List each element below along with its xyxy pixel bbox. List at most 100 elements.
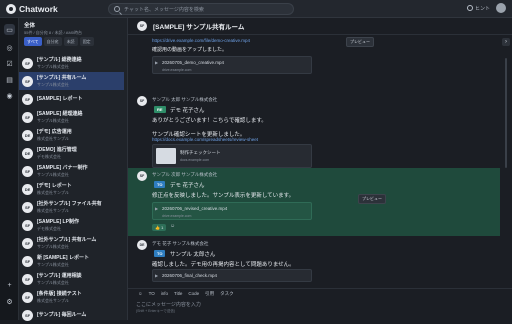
code-button[interactable]: Code	[188, 291, 199, 296]
sidebar-room-item[interactable]: SF [社外サンプル] ファイル共有 株式会社サンプル	[19, 198, 124, 216]
panel-toggle-icon[interactable]: ›	[502, 38, 510, 46]
room-icon: SF	[22, 57, 33, 69]
play-icon: ▶	[155, 60, 159, 65]
message-input[interactable]: ここにメッセージ内容を入力 (Shift + Enterキーで送信)	[136, 301, 506, 317]
contacts-icon[interactable]: ◉	[4, 90, 15, 101]
link-thumbnail	[156, 148, 176, 164]
sender-avatar[interactable]: SF	[137, 96, 147, 106]
room-icon: SF	[22, 201, 33, 213]
room-name: 新 [SAMPLE] レポート	[37, 255, 89, 261]
to-tag[interactable]: TO	[154, 181, 166, 188]
message-link[interactable]: https://drive.example.com/file/demo-crea…	[152, 38, 250, 43]
room-text: [SAMPLE] LP制作 デモ株式会社	[37, 218, 79, 232]
room-text: [デモ] レポート 株式会社サンプル	[37, 182, 72, 196]
room-name: [サンプル] 共有ルーム	[37, 75, 87, 81]
title-button[interactable]: Title	[174, 291, 182, 296]
room-name: [社外サンプル] 共有ルーム	[37, 237, 97, 243]
mention-icon[interactable]: ◎	[4, 42, 15, 53]
app-name: Chatwork	[19, 3, 58, 14]
room-org: デモ株式会社	[37, 154, 61, 159]
filter-pinned[interactable]: 固定	[79, 37, 94, 46]
left-rail: ▭ ◎ ☑ ▤ ◉ + ⚙	[0, 18, 19, 320]
task-button[interactable]: タスク	[220, 291, 234, 297]
message: https://drive.example.com/file/demo-crea…	[128, 36, 500, 94]
timeline-scrollbar[interactable]	[505, 58, 507, 168]
chatwork-app: Chatwork チャット名、メッセージ内容を検索 ヒント ▭ ◎ ☑ ▤ ◉ …	[0, 0, 512, 321]
sidebar-room-item[interactable]: SF [サンプル] 毎回ルーム	[19, 306, 124, 324]
file-card[interactable]: ▶ 20260705_demo_creative.mp4 drive.examp…	[152, 56, 312, 74]
sidebar-room-item[interactable]: SF [SAMPLE] バナー制作 サンプル株式会社	[19, 162, 124, 180]
preview-button[interactable]: プレビュー	[358, 194, 386, 204]
sidebar-room-item[interactable]: DE [デモ] レポート 株式会社サンプル	[19, 180, 124, 198]
room-icon: SF	[22, 165, 33, 177]
search-input[interactable]: チャット名、メッセージ内容を検索	[124, 6, 204, 13]
app-logo[interactable]: Chatwork	[6, 3, 106, 14]
filter-tabs: すべて 自分宛 未読 固定	[19, 36, 127, 48]
add-reaction-icon[interactable]: ☺	[170, 223, 175, 229]
hint-button[interactable]: ヒント	[466, 5, 490, 12]
emoji-icon[interactable]: ☺	[138, 291, 143, 296]
room-org: 株式会社サンプル	[37, 136, 69, 141]
link-card[interactable]: 制作チェックシート docs.example.com	[152, 144, 312, 168]
room-text: [条件版] 接続テスト 株式会社サンプル	[37, 290, 82, 304]
link-domain: docs.example.com	[180, 158, 210, 162]
sidebar-room-item[interactable]: DE [デモ] 広告運用 株式会社サンプル	[19, 126, 124, 144]
message-link[interactable]: https://docs.example.com/spreadsheets/re…	[152, 137, 258, 142]
room-icon: SF	[22, 255, 33, 267]
settings-icon[interactable]: ⚙	[4, 296, 15, 307]
room-icon: DE	[22, 147, 33, 159]
room-text: 新 [SAMPLE] レポート サンプル株式会社	[37, 254, 89, 268]
room-text: [デモ] 広告運用 株式会社サンプル	[37, 128, 72, 142]
play-icon: ▶	[155, 206, 159, 211]
message: SF サンプル 太郎 サンプル株式会社 RE デモ 花子さん ありがとうございま…	[128, 94, 500, 168]
chatwork-logo-icon	[6, 3, 16, 14]
room-org: 株式会社サンプル	[37, 208, 69, 213]
sidebar-room-item[interactable]: SF 新 [SAMPLE] レポート サンプル株式会社	[19, 252, 124, 270]
quote-button[interactable]: 引用	[205, 291, 214, 297]
room-org: サンプル株式会社	[37, 118, 69, 123]
room-name: [SAMPLE] 経理連絡	[37, 111, 83, 117]
filter-all[interactable]: すべて	[24, 37, 42, 46]
filter-unread[interactable]: 未読	[63, 37, 78, 46]
group-header[interactable]: 全体 55件 / 自分宛 8 / 未読 / AM0時台	[19, 18, 127, 36]
message-text: ありがとうございます！こちらで確認します。	[152, 118, 267, 124]
sidebar-room-item[interactable]: SF [社外サンプル] 共有ルーム サンプル株式会社	[19, 234, 124, 252]
file-card[interactable]: ▶ 20260706_final_check.mp4	[152, 269, 312, 282]
sidebar-room-item[interactable]: SF [SAMPLE] LP制作 デモ株式会社	[19, 216, 124, 234]
file-icon[interactable]: ▤	[4, 74, 15, 85]
hint-label: ヒント	[474, 5, 490, 12]
filter-mine[interactable]: 自分宛	[43, 37, 62, 46]
room-text: [SAMPLE] 経理連絡 サンプル株式会社	[37, 110, 83, 124]
to-tag[interactable]: TO	[154, 250, 166, 257]
sidebar-room-item[interactable]: SF [SAMPLE] 経理連絡 サンプル株式会社	[19, 108, 124, 126]
to-button[interactable]: TO	[149, 291, 155, 296]
sender-avatar[interactable]: SF	[137, 171, 147, 181]
search-bar[interactable]: チャット名、メッセージ内容を検索	[108, 3, 294, 15]
sidebar-room-item[interactable]: SF [サンプル] 共有ルーム サンプル株式会社	[19, 72, 124, 90]
room-org: サンプル株式会社	[37, 64, 69, 69]
chat-icon[interactable]: ▭	[4, 24, 15, 35]
message-text: 確認用の動画をアップしました。	[152, 47, 228, 53]
room-text: [サンプル] 毎回ルーム	[37, 311, 86, 319]
preview-button[interactable]: プレビュー	[346, 37, 374, 47]
reaction-count: 1	[161, 225, 164, 230]
sidebar-room-item[interactable]: DE [DEMO] 進行管理 デモ株式会社	[19, 144, 124, 162]
sidebar-room-item[interactable]: SF [サンプル] 総務連絡 サンプル株式会社	[19, 54, 124, 72]
room-text: [社外サンプル] ファイル共有 株式会社サンプル	[37, 200, 102, 214]
room-org: サンプル株式会社	[37, 262, 69, 267]
task-icon[interactable]: ☑	[4, 58, 15, 69]
to-target: サンプル 太郎さん	[170, 252, 216, 258]
info-button[interactable]: info	[161, 291, 168, 296]
sidebar-room-item[interactable]: SF [サンプル] 運用相談 サンプル株式会社	[19, 270, 124, 288]
file-card[interactable]: ▶ 20260706_revised_creative.mp4 drive.ex…	[152, 202, 312, 220]
room-title[interactable]: [SAMPLE] サンプル共有ルーム	[153, 21, 244, 31]
sidebar-room-item[interactable]: SF [SAMPLE] レポート	[19, 90, 124, 108]
room-name: [サンプル] 毎回ルーム	[37, 312, 87, 318]
user-avatar[interactable]	[496, 3, 506, 13]
room-name: [デモ] レポート	[37, 183, 72, 189]
sender-avatar[interactable]: DE	[137, 240, 147, 250]
reaction-badge[interactable]: 👍 1	[152, 224, 167, 231]
sidebar-room-item[interactable]: SF [条件版] 接続テスト 株式会社サンプル	[19, 288, 124, 306]
add-icon[interactable]: +	[4, 280, 15, 291]
reply-tag[interactable]: RE	[154, 106, 166, 113]
